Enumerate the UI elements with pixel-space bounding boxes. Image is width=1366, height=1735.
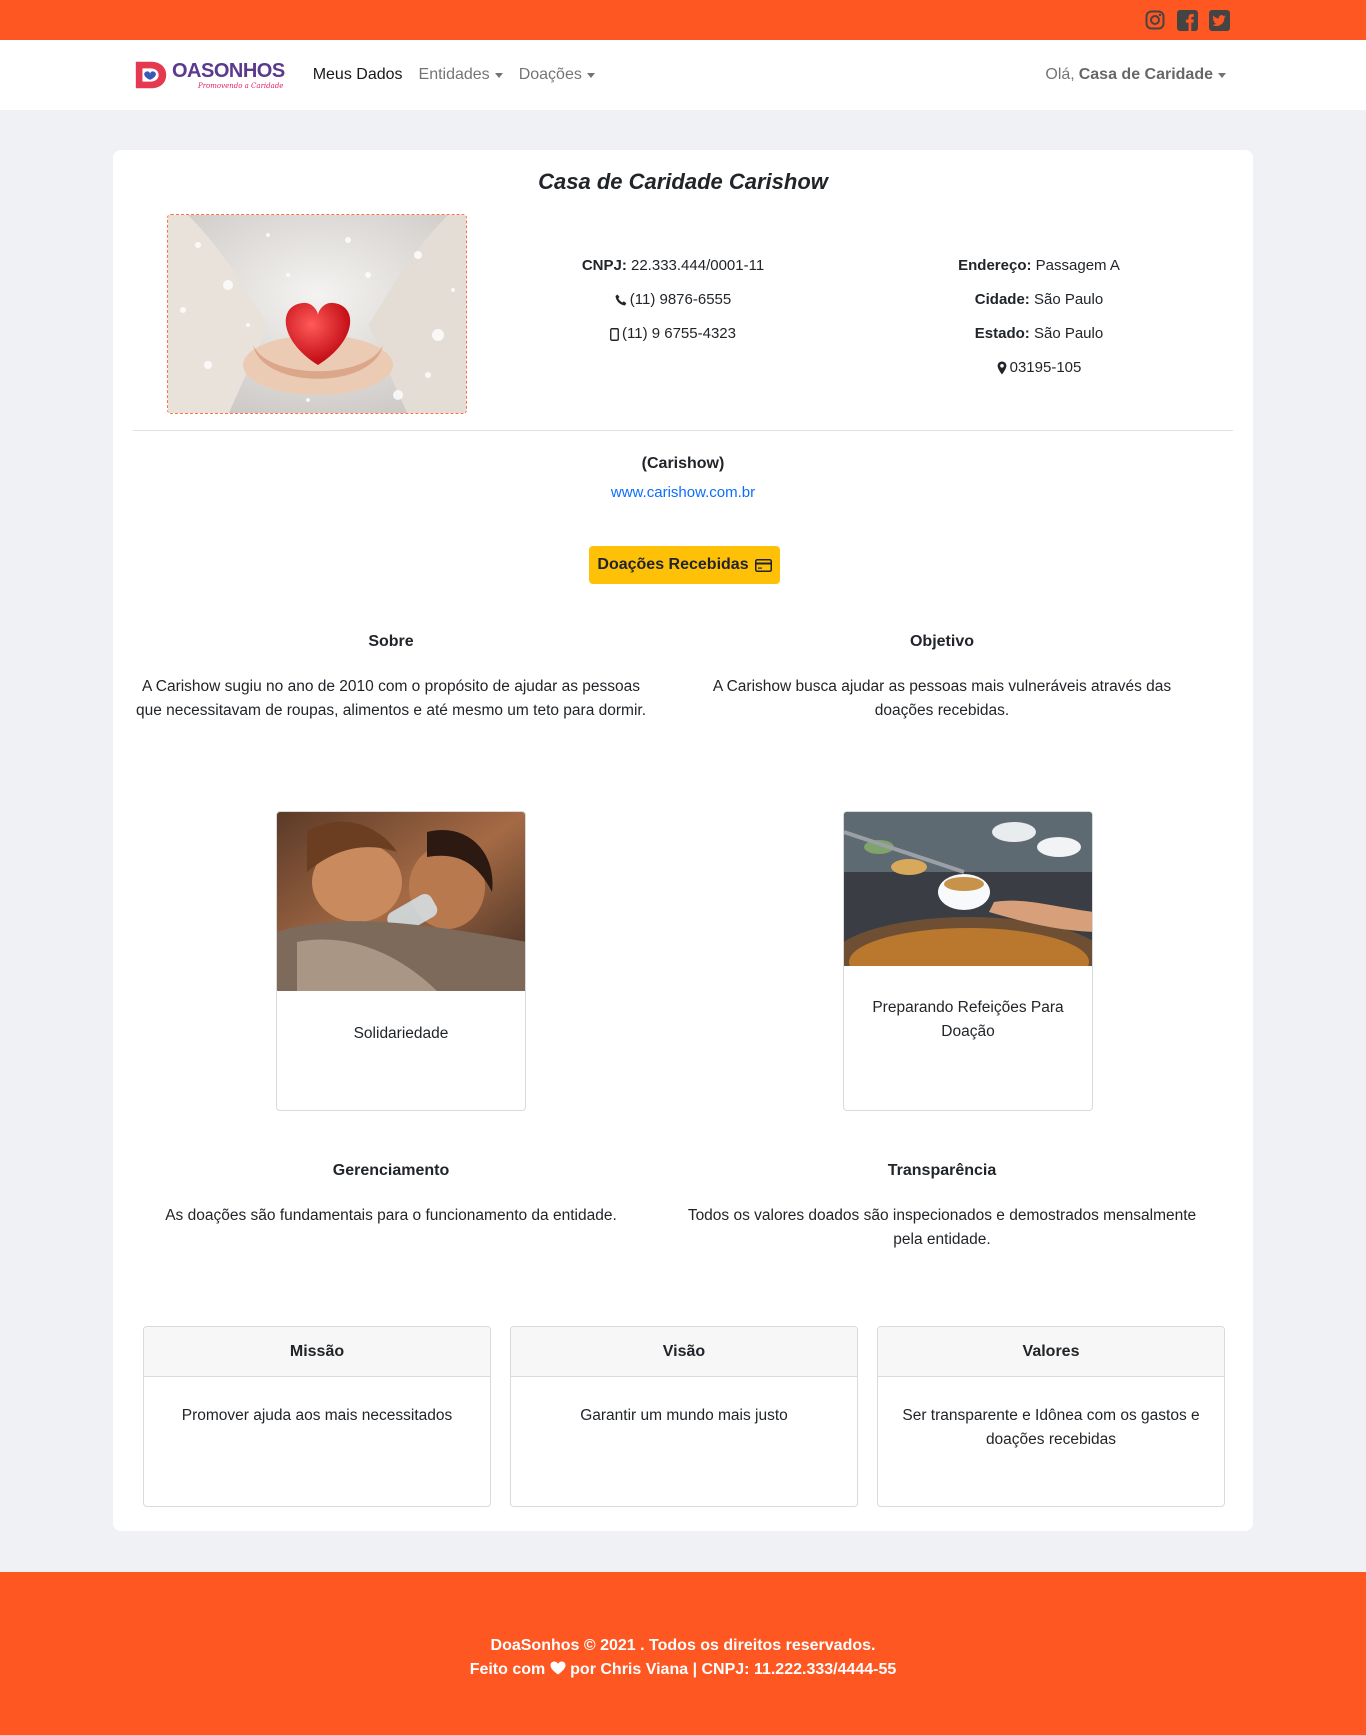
section-gerenciamento: Gerenciamento As doações são fundamentai…: [131, 1162, 651, 1228]
card-visao: Visão Garantir um mundo mais justo: [510, 1326, 858, 1507]
transparencia-title: Transparência: [887, 1162, 997, 1179]
nav-entidades-dropdown[interactable]: Entidades: [419, 66, 503, 84]
user-greeting: Olá,: [1045, 66, 1075, 83]
brand-logo[interactable]: OASONHOS Promovendo a Caridade: [132, 56, 285, 94]
entity-hero-image: [167, 214, 467, 414]
cep-line: 03195-105: [933, 351, 1145, 385]
valores-text: Ser transparente e Idônea com os gastos …: [902, 1407, 1200, 1448]
meal-preparation-photo: [844, 812, 1092, 1007]
gerenciamento-text: As doações são fundamentais para o funci…: [165, 1207, 617, 1224]
state-value: São Paulo: [1033, 325, 1104, 342]
address-line: Endereço: Passagem A: [933, 249, 1145, 283]
phone-value: (11) 9876-6555: [629, 291, 732, 308]
solidarity-photo: [277, 812, 525, 991]
top-social-bar: [0, 0, 1366, 40]
brand-name: OASONHOS: [172, 59, 285, 82]
chevron-down-icon: [1218, 72, 1226, 78]
nav-meus-dados[interactable]: Meus Dados: [313, 66, 403, 84]
heart-icon: [550, 1661, 566, 1675]
section-sobre: Sobre A Carishow sugiu no ano de 2010 co…: [131, 633, 651, 723]
photo-card-refeicoes: Preparando Refeições Para Doação: [843, 811, 1093, 1111]
phone-line: (11) 9876-6555: [553, 283, 793, 317]
objetivo-text: A Carishow busca ajudar as pessoas mais …: [712, 678, 1172, 719]
cnpj-line: CNPJ: 22.333.444/0001-11: [553, 249, 793, 283]
donations-received-label: Doações Recebidas: [597, 556, 749, 573]
phone-icon: [615, 294, 627, 306]
section-transparencia: Transparência Todos os valores doados sã…: [682, 1162, 1202, 1252]
card-missao: Missão Promover ajuda aos mais necessita…: [143, 1326, 491, 1507]
footer-credits-post: por Chris Viana | CNPJ: 11.222.333/4444-…: [570, 1661, 897, 1678]
twitter-icon[interactable]: [1208, 9, 1230, 31]
donations-received-button[interactable]: Doações Recebidas: [589, 546, 780, 584]
user-menu-dropdown[interactable]: Olá, Casa de Caridade: [1045, 66, 1226, 84]
card-valores: Valores Ser transparente e Idônea com os…: [877, 1326, 1225, 1507]
brand-tagline: Promovendo a Caridade: [198, 81, 284, 90]
main-navbar: OASONHOS Promovendo a Caridade Meus Dado…: [0, 40, 1366, 110]
instagram-icon[interactable]: [1144, 9, 1166, 31]
refeicoes-caption: Preparando Refeições Para Doação: [872, 999, 1064, 1040]
state-label: Estado:: [974, 325, 1030, 342]
entity-profile-card: Casa de Caridade Carishow CNPJ: 22.333.4…: [113, 150, 1253, 1531]
state-line: Estado: São Paulo: [933, 317, 1145, 351]
valores-title: Valores: [878, 1327, 1224, 1377]
nav-doacoes-dropdown[interactable]: Doações: [519, 66, 595, 84]
gerenciamento-title: Gerenciamento: [332, 1162, 450, 1179]
footer-copyright: DoaSonhos © 2021 . Todos os direitos res…: [490, 1637, 876, 1654]
objetivo-title: Objetivo: [909, 633, 974, 650]
contact-info: CNPJ: 22.333.444/0001-11 (11) 9876-6555 …: [553, 249, 793, 351]
nav-doacoes-label: Doações: [518, 66, 582, 83]
sobre-title: Sobre: [368, 633, 414, 650]
address-label: Endereço:: [958, 257, 1032, 274]
divider: [133, 430, 1233, 431]
visao-text: Garantir um mundo mais justo: [580, 1407, 788, 1424]
footer-credits: Feito com por Chris Viana | CNPJ: 11.222…: [0, 1658, 1366, 1682]
credit-card-icon: [754, 558, 772, 572]
map-marker-icon: [997, 361, 1007, 375]
photo-card-solidariedade: Solidariedade: [276, 811, 526, 1111]
solidariedade-caption: Solidariedade: [353, 1025, 449, 1042]
city-label: Cidade:: [974, 291, 1030, 308]
missao-title: Missão: [144, 1327, 490, 1377]
entity-website-link[interactable]: www.carishow.com.br: [113, 484, 1253, 501]
cnpj-value: 22.333.444/0001-11: [631, 257, 765, 274]
cnpj-label: CNPJ:: [581, 257, 627, 274]
mobile-value: (11) 9 6755-4323: [622, 325, 736, 342]
entity-short-name: (Carishow): [641, 455, 725, 472]
section-objetivo: Objetivo A Carishow busca ajudar as pess…: [682, 633, 1202, 723]
chevron-down-icon: [586, 72, 595, 78]
cep-value: 03195-105: [1009, 359, 1082, 376]
page-footer: DoaSonhos © 2021 . Todos os direitos res…: [0, 1572, 1366, 1735]
address-info: Endereço: Passagem A Cidade: São Paulo E…: [933, 249, 1145, 385]
logo-icon: [135, 61, 167, 89]
visao-title: Visão: [511, 1327, 857, 1377]
mobile-phone-icon: [610, 327, 619, 341]
entity-title: Casa de Caridade Carishow: [538, 169, 828, 194]
mobile-line: (11) 9 6755-4323: [553, 317, 793, 351]
nav-links: Meus Dados Entidades Doações: [313, 66, 1046, 84]
sobre-text: A Carishow sugiu no ano de 2010 com o pr…: [135, 678, 647, 719]
chevron-down-icon: [494, 72, 503, 78]
footer-credits-pre: Feito com: [469, 1661, 546, 1678]
city-value: São Paulo: [1033, 291, 1104, 308]
city-line: Cidade: São Paulo: [933, 283, 1145, 317]
missao-text: Promover ajuda aos mais necessitados: [181, 1407, 453, 1424]
user-name: Casa de Caridade: [1078, 66, 1213, 83]
nav-entidades-label: Entidades: [418, 66, 490, 83]
address-value: Passagem A: [1035, 257, 1120, 274]
transparencia-text: Todos os valores doados são inspecionado…: [687, 1207, 1197, 1248]
facebook-icon[interactable]: [1176, 9, 1198, 31]
